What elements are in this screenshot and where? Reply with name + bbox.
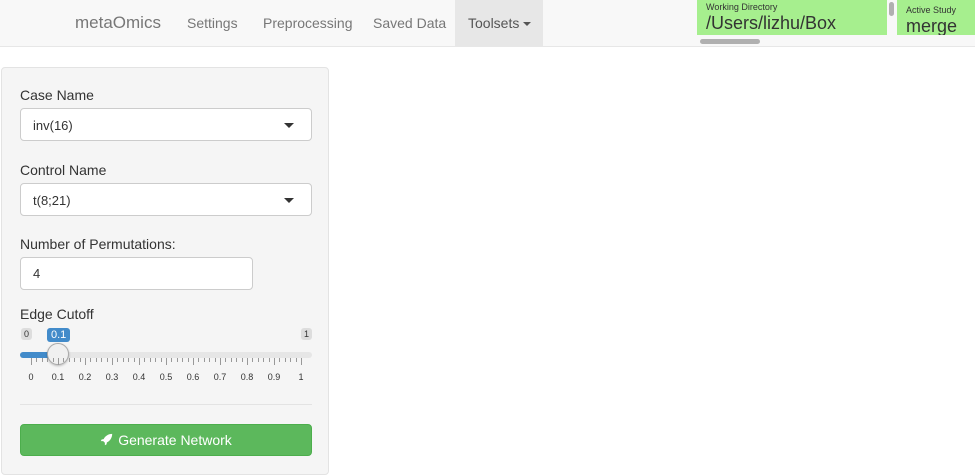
slider-ticks — [20, 358, 312, 368]
working-directory-value: /Users/lizhu/Box — [706, 13, 837, 33]
slider-tick — [247, 358, 248, 365]
slider-tick — [47, 358, 49, 362]
slider-tick-label: 0.8 — [240, 372, 254, 382]
slider-tick-label: 0.9 — [267, 372, 281, 382]
slider-tick — [133, 358, 135, 362]
slider-tick-label: 0.5 — [159, 372, 173, 382]
nav-settings[interactable]: Settings — [187, 0, 238, 46]
slider-tick-label: 0.6 — [186, 372, 200, 382]
slider-tick — [122, 358, 124, 362]
slider-tick — [193, 358, 194, 365]
slider-tick — [198, 358, 200, 362]
navbar: metaOmics Settings Preprocessing Saved D… — [0, 0, 975, 47]
slider-tick — [252, 358, 254, 362]
slider-tick — [236, 358, 238, 362]
working-directory-box: Working Directory /Users/lizhu/Box — [697, 0, 887, 35]
generate-network-label: Generate Network — [118, 432, 232, 448]
slider-tick — [101, 358, 103, 362]
working-directory-label: Working Directory — [706, 2, 778, 12]
nav-toolsets-dropdown[interactable]: Toolsets — [455, 0, 543, 46]
active-study-box: Active Study merge — [897, 0, 975, 35]
active-study-value: merge — [906, 16, 958, 35]
slider-tick — [41, 358, 43, 362]
slider-tick-label: 0.7 — [213, 372, 227, 382]
slider-tick — [58, 358, 59, 365]
slider-tick — [290, 358, 292, 362]
slider-tick — [155, 358, 157, 362]
caret-down-icon — [284, 123, 294, 128]
control-name-label: Control Name — [20, 162, 107, 178]
slider-tick — [74, 358, 76, 362]
slider-tick — [203, 358, 205, 362]
case-name-select[interactable]: inv(16) — [20, 108, 312, 141]
slider-tick — [149, 358, 151, 362]
slider-tick — [52, 358, 54, 362]
slider-tick — [112, 358, 113, 365]
slider-tick — [241, 358, 243, 362]
slider-tick — [209, 358, 211, 362]
slider-tick — [79, 358, 81, 362]
divider — [20, 404, 312, 405]
slider-tick — [279, 358, 281, 362]
active-study-label: Active Study — [906, 5, 957, 15]
slider-tick — [31, 358, 32, 365]
slider-tick — [171, 358, 173, 362]
slider-tick — [144, 358, 146, 362]
slider-tick — [268, 358, 270, 362]
slider-tick — [257, 358, 259, 362]
slider-tick — [139, 358, 140, 365]
slider-tick — [187, 358, 189, 362]
slider-tick — [230, 358, 232, 362]
nav-saved-data[interactable]: Saved Data — [373, 0, 446, 46]
slider-tick — [63, 358, 65, 362]
nav-toolsets-label: Toolsets — [468, 15, 520, 31]
permutations-label: Number of Permutations: — [20, 236, 176, 252]
slider-tick — [263, 358, 265, 362]
slider-tick — [95, 358, 97, 362]
slider-tick — [301, 358, 302, 365]
slider-tick — [106, 358, 108, 362]
slider-tick — [128, 358, 130, 362]
slider-tick-label: 0.2 — [78, 372, 92, 382]
slider-tick — [225, 358, 227, 362]
working-directory-horizontal-scrollbar[interactable] — [700, 39, 760, 44]
slider-tick-label: 0.1 — [51, 372, 65, 382]
slider-tick — [166, 358, 167, 365]
slider-min-badge: 0 — [21, 328, 33, 340]
slider-tick — [295, 358, 297, 362]
slider-tick-label: 0 — [28, 372, 34, 382]
control-name-select[interactable]: t(8;21) — [20, 183, 312, 216]
slider-tick — [176, 358, 178, 362]
slider-tick — [68, 358, 70, 362]
slider-tick — [182, 358, 184, 362]
slider-tick — [117, 358, 119, 362]
case-name-value: inv(16) — [33, 118, 73, 133]
edge-cutoff-label: Edge Cutoff — [20, 306, 94, 322]
slider-tick — [90, 358, 92, 362]
brand[interactable]: metaOmics — [75, 13, 161, 33]
control-name-value: t(8;21) — [33, 193, 71, 208]
slider-tick — [284, 358, 286, 362]
slider-tick-label: 1 — [298, 372, 304, 382]
slider-tick — [274, 358, 275, 365]
permutations-input[interactable] — [20, 257, 253, 290]
slider-tick-labels: 0 0.1 0.2 0.3 0.4 0.5 0.6 0.7 0.8 0.9 1 — [20, 372, 312, 384]
nav-preprocessing[interactable]: Preprocessing — [263, 0, 353, 46]
rocket-icon — [101, 434, 113, 446]
working-directory-vertical-scrollbar[interactable] — [889, 2, 894, 16]
slider-value-badge: 0.1 — [47, 328, 71, 342]
slider-tick-label: 0.4 — [132, 372, 146, 382]
slider-tick — [220, 358, 221, 365]
caret-down-icon — [523, 22, 532, 27]
generate-network-button[interactable]: Generate Network — [20, 424, 312, 456]
caret-down-icon — [284, 198, 294, 203]
slider-max-badge: 1 — [301, 328, 313, 340]
slider-tick — [160, 358, 162, 362]
side-panel: Case Name inv(16) Control Name t(8;21) N… — [1, 67, 329, 475]
slider-tick — [36, 358, 38, 362]
slider-tick — [214, 358, 216, 362]
case-name-label: Case Name — [20, 87, 94, 103]
slider-tick-label: 0.3 — [105, 372, 119, 382]
slider-tick — [85, 358, 86, 365]
